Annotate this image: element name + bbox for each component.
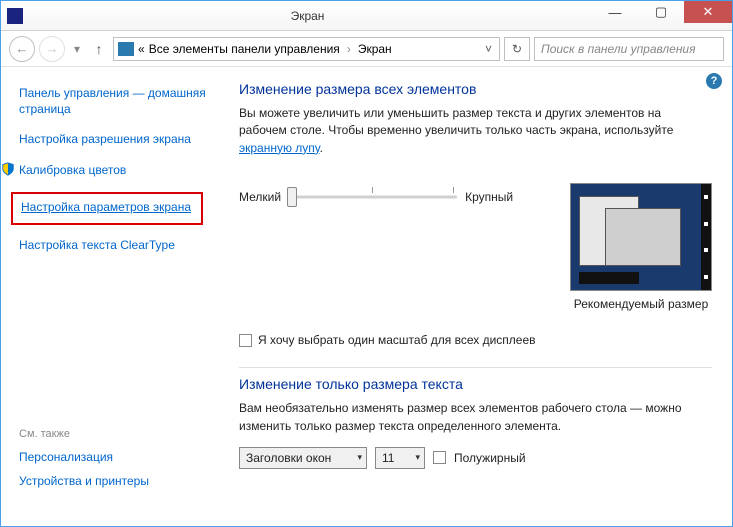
control-panel-icon	[118, 42, 134, 56]
magnifier-link[interactable]: экранную лупу	[239, 141, 320, 155]
close-button[interactable]: ✕	[684, 1, 732, 23]
text-size-controls: Заголовки окон ▾ 11 ▾ Полужирный	[239, 447, 712, 469]
single-scale-row: Я хочу выбрать один масштаб для всех дис…	[239, 333, 712, 347]
preview-image	[570, 183, 712, 291]
sidebar-link-cleartype[interactable]: Настройка текста ClearType	[19, 237, 209, 253]
window-title: Экран	[23, 9, 592, 23]
shield-icon	[1, 162, 15, 176]
sidebar-highlight: Настройка параметров экрана	[11, 192, 203, 225]
element-select[interactable]: Заголовки окон ▾	[239, 447, 367, 469]
fontsize-select[interactable]: 11 ▾	[375, 447, 425, 469]
sidebar-link-calibration-label: Калибровка цветов	[19, 162, 126, 178]
bold-label: Полужирный	[454, 451, 526, 465]
history-dropdown[interactable]: ▾	[69, 42, 85, 56]
breadcrumb-folder[interactable]: Все элементы панели управления	[149, 42, 340, 56]
sidebar-link-display-settings[interactable]: Настройка параметров экрана	[21, 200, 191, 214]
sidebar-link-devices[interactable]: Устройства и принтеры	[19, 474, 209, 488]
content: ? Панель управления — домашняя страница …	[1, 67, 732, 526]
up-button[interactable]: ↑	[89, 39, 109, 59]
preview-caption: Рекомендуемый размер	[570, 297, 712, 311]
address-bar[interactable]: « Все элементы панели управления › Экран…	[113, 37, 500, 61]
slider-min-label: Мелкий	[239, 190, 281, 204]
refresh-button[interactable]: ↻	[504, 37, 530, 61]
single-scale-label: Я хочу выбрать один масштаб для всех дис…	[258, 333, 536, 347]
sidebar-link-home[interactable]: Панель управления — домашняя страница	[19, 85, 209, 117]
forward-button[interactable]: →	[39, 36, 65, 62]
sidebar-link-calibration[interactable]: Калибровка цветов	[1, 162, 209, 178]
element-select-value: Заголовки окон	[246, 451, 331, 465]
slider-max-label: Крупный	[465, 190, 513, 204]
chevron-down-icon: ▾	[357, 452, 362, 463]
see-also-header: См. также	[19, 428, 209, 440]
bold-checkbox[interactable]	[433, 451, 446, 464]
main-panel: Изменение размера всех элементов Вы може…	[219, 67, 732, 526]
sidebar-footer: См. также Персонализация Устройства и пр…	[19, 428, 209, 498]
titlebar: Экран — ▢ ✕	[1, 1, 732, 31]
sidebar-link-resolution[interactable]: Настройка разрешения экрана	[19, 131, 209, 147]
search-input[interactable]: Поиск в панели управления	[534, 37, 724, 61]
heading-resize-all: Изменение размера всех элементов	[239, 81, 712, 97]
back-button[interactable]: ←	[9, 36, 35, 62]
app-icon	[7, 8, 23, 24]
address-dropdown-icon[interactable]: ˅	[482, 42, 495, 56]
breadcrumb-root[interactable]: «	[138, 42, 145, 56]
preview-box: Рекомендуемый размер	[570, 183, 712, 311]
sidebar-link-personalization[interactable]: Персонализация	[19, 450, 209, 464]
breadcrumb-current[interactable]: Экран	[358, 42, 392, 56]
minimize-button[interactable]: —	[592, 1, 638, 23]
heading-text-only: Изменение только размера текста	[239, 367, 712, 392]
navbar: ← → ▾ ↑ « Все элементы панели управления…	[1, 31, 732, 67]
slider-thumb[interactable]	[287, 187, 297, 207]
maximize-button[interactable]: ▢	[638, 1, 684, 23]
desc-resize-all: Вы можете увеличить или уменьшить размер…	[239, 105, 712, 157]
help-icon[interactable]: ?	[706, 73, 722, 89]
desc-text-only: Вам необязательно изменять размер всех э…	[239, 400, 712, 435]
sidebar: Панель управления — домашняя страница На…	[1, 67, 219, 526]
search-placeholder: Поиск в панели управления	[541, 42, 696, 56]
breadcrumb-sep-icon: ›	[344, 42, 354, 56]
single-scale-checkbox[interactable]	[239, 334, 252, 347]
chevron-down-icon: ▾	[415, 452, 420, 463]
size-slider-block: Мелкий Крупный	[239, 183, 513, 211]
size-slider[interactable]	[289, 183, 457, 211]
fontsize-select-value: 11	[382, 451, 394, 465]
